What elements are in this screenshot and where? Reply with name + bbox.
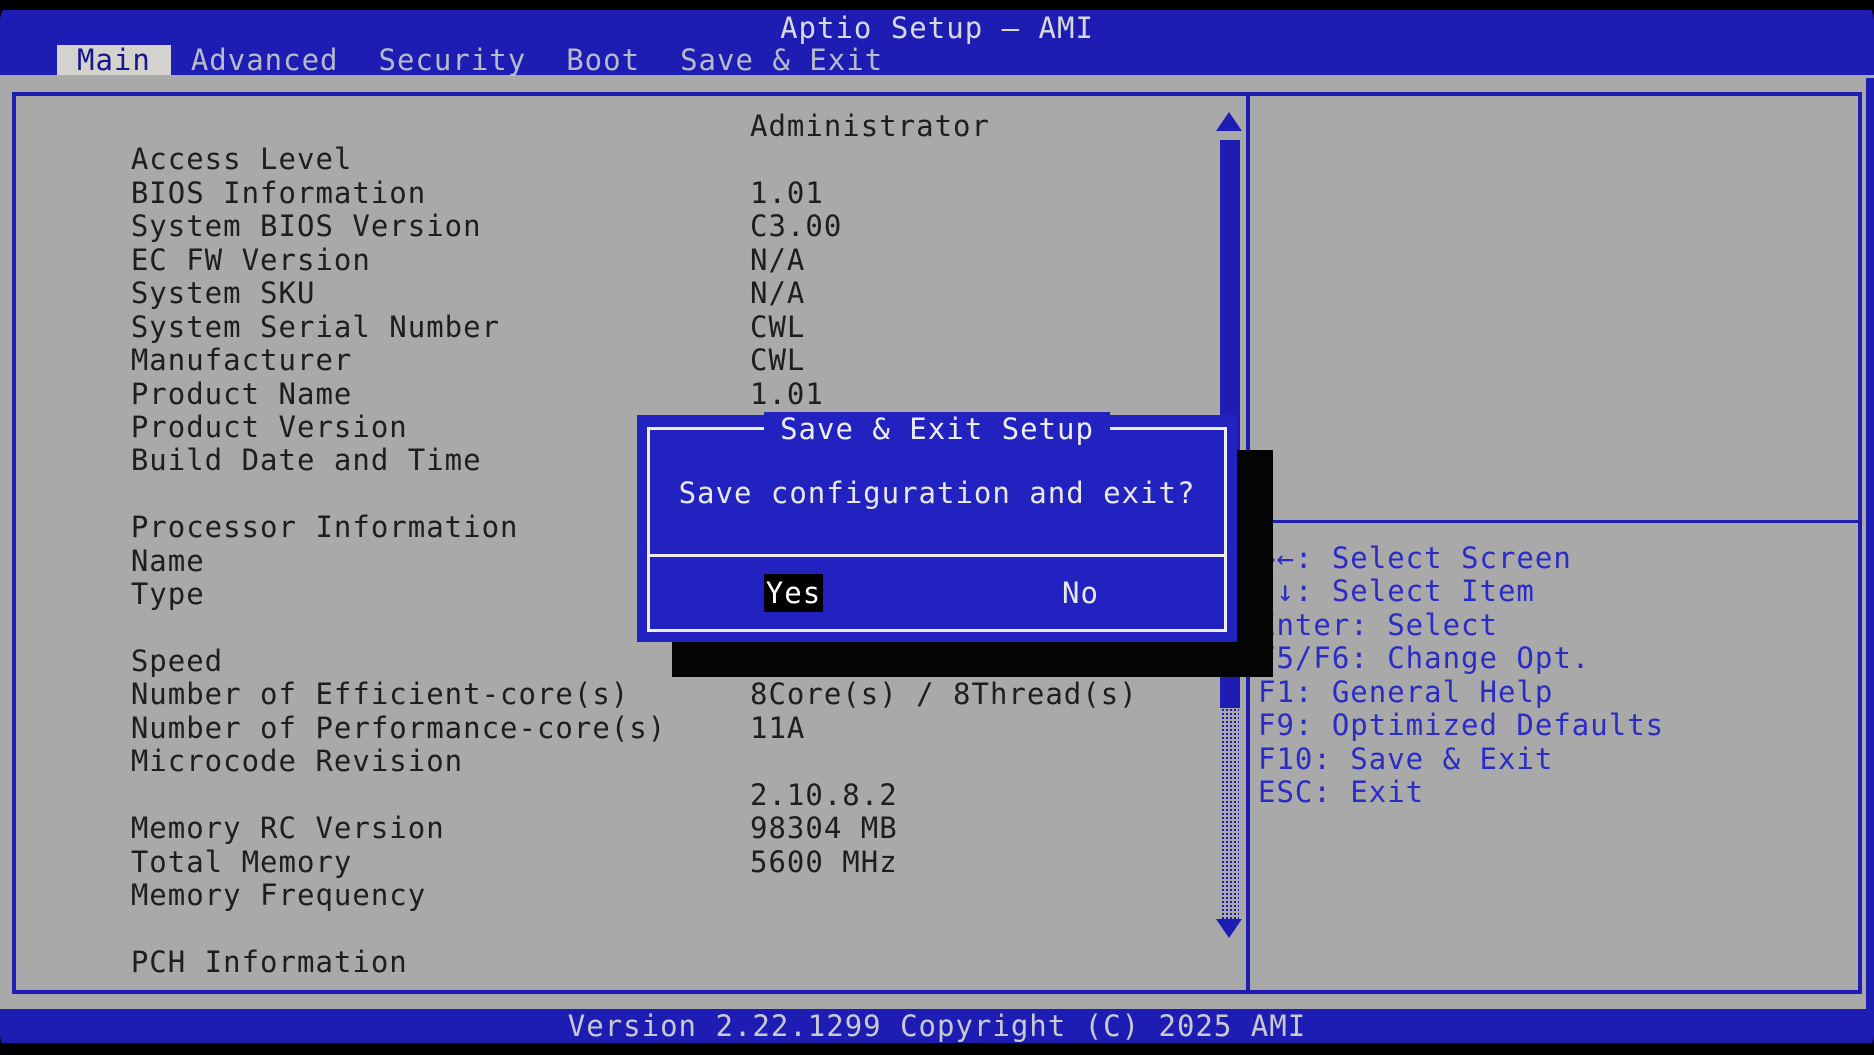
tab-advanced[interactable]: Advanced [171, 45, 359, 75]
no-button-cell: No [937, 576, 1224, 610]
table-row: System Serial Number N/A [16, 277, 1216, 310]
yes-button-cell: Yes [650, 576, 937, 610]
right-edge-strip [1866, 78, 1874, 1009]
table-row: Microcode Revision 11A [16, 712, 1216, 745]
help-key-item: Enter: Select [1258, 609, 1664, 642]
help-key-item: →←: Select Screen [1258, 542, 1664, 575]
row-label: PCH Information [131, 945, 408, 979]
row-value: 1.01 [750, 378, 824, 411]
no-button[interactable]: No [1062, 576, 1099, 610]
tab-save-exit[interactable]: Save & Exit [660, 45, 903, 75]
help-key-item: ↑↓: Select Item [1258, 575, 1664, 608]
scroll-up-icon[interactable] [1216, 112, 1242, 131]
scrollbar-track[interactable] [1221, 708, 1239, 919]
table-row: Number of Performance-core(s) 8Core(s) /… [16, 678, 1216, 711]
table-row [16, 879, 1216, 912]
dialog-message: Save configuration and exit? [650, 476, 1224, 510]
menu-tab-bar: Main Advanced Security Boot Save & Exit [57, 45, 903, 75]
help-key-item: ESC: Exit [1258, 776, 1664, 809]
table-row: EC FW Version C3.00 [16, 210, 1216, 243]
row-value: N/A [750, 277, 805, 310]
dialog-title: Save & Exit Setup [764, 412, 1110, 446]
table-row: Memory Frequency 5600 MHz [16, 846, 1216, 879]
page-title: Aptio Setup – AMI [0, 10, 1874, 47]
table-row: Product Name CWL [16, 344, 1216, 377]
tab-boot[interactable]: Boot [546, 45, 660, 75]
table-row: System SKU N/A [16, 244, 1216, 277]
row-value: 11A [750, 712, 805, 745]
row-value: 2.10.8.2 [750, 779, 898, 812]
table-row [16, 745, 1216, 778]
row-value: C3.00 [750, 210, 842, 243]
row-value: 5600 MHz [750, 846, 898, 879]
table-row: Product Version 1.01 [16, 378, 1216, 411]
header-bar: Aptio Setup – AMI Main Advanced Security… [0, 10, 1874, 75]
table-row: Total Memory 98304 MB [16, 812, 1216, 845]
help-key-item: F9: Optimized Defaults [1258, 709, 1664, 742]
save-exit-dialog: Save & Exit Setup Save configuration and… [637, 415, 1237, 642]
help-key-item: F10: Save & Exit [1258, 743, 1664, 776]
table-row: Manufacturer CWL [16, 311, 1216, 344]
table-row: BIOS Information [16, 143, 1216, 176]
tab-security[interactable]: Security [359, 45, 547, 75]
row-value: 1.01 [750, 177, 824, 210]
dialog-border: Save & Exit Setup Save configuration and… [647, 427, 1227, 632]
help-key-item: F1: General Help [1258, 676, 1664, 709]
help-key-item: F5/F6: Change Opt. [1258, 642, 1664, 675]
version-bar: Version 2.22.1299 Copyright (C) 2025 AMI [0, 1009, 1874, 1043]
dialog-buttons: Yes No [650, 557, 1224, 629]
row-value: 98304 MB [750, 812, 898, 845]
row-value: N/A [750, 244, 805, 277]
tab-main[interactable]: Main [57, 45, 171, 75]
bios-screen: Aptio Setup – AMI Main Advanced Security… [0, 0, 1874, 1055]
row-value: CWL [750, 344, 805, 377]
row-value: Administrator [750, 110, 990, 143]
help-key-legend: →←: Select Screen ↑↓: Select Item Enter:… [1258, 542, 1664, 810]
scroll-down-icon[interactable] [1216, 919, 1242, 938]
yes-button[interactable]: Yes [764, 574, 823, 612]
row-value: 8Core(s) / 8Thread(s) [750, 678, 1138, 711]
table-row: Memory RC Version 2.10.8.2 [16, 779, 1216, 812]
row-value: CWL [750, 311, 805, 344]
table-row: System BIOS Version 1.01 [16, 177, 1216, 210]
table-row: Access Level Administrator [16, 110, 1216, 143]
table-row: PCH Information [16, 913, 1216, 946]
dialog-shadow [672, 642, 1273, 677]
help-panel-divider [1250, 520, 1858, 523]
